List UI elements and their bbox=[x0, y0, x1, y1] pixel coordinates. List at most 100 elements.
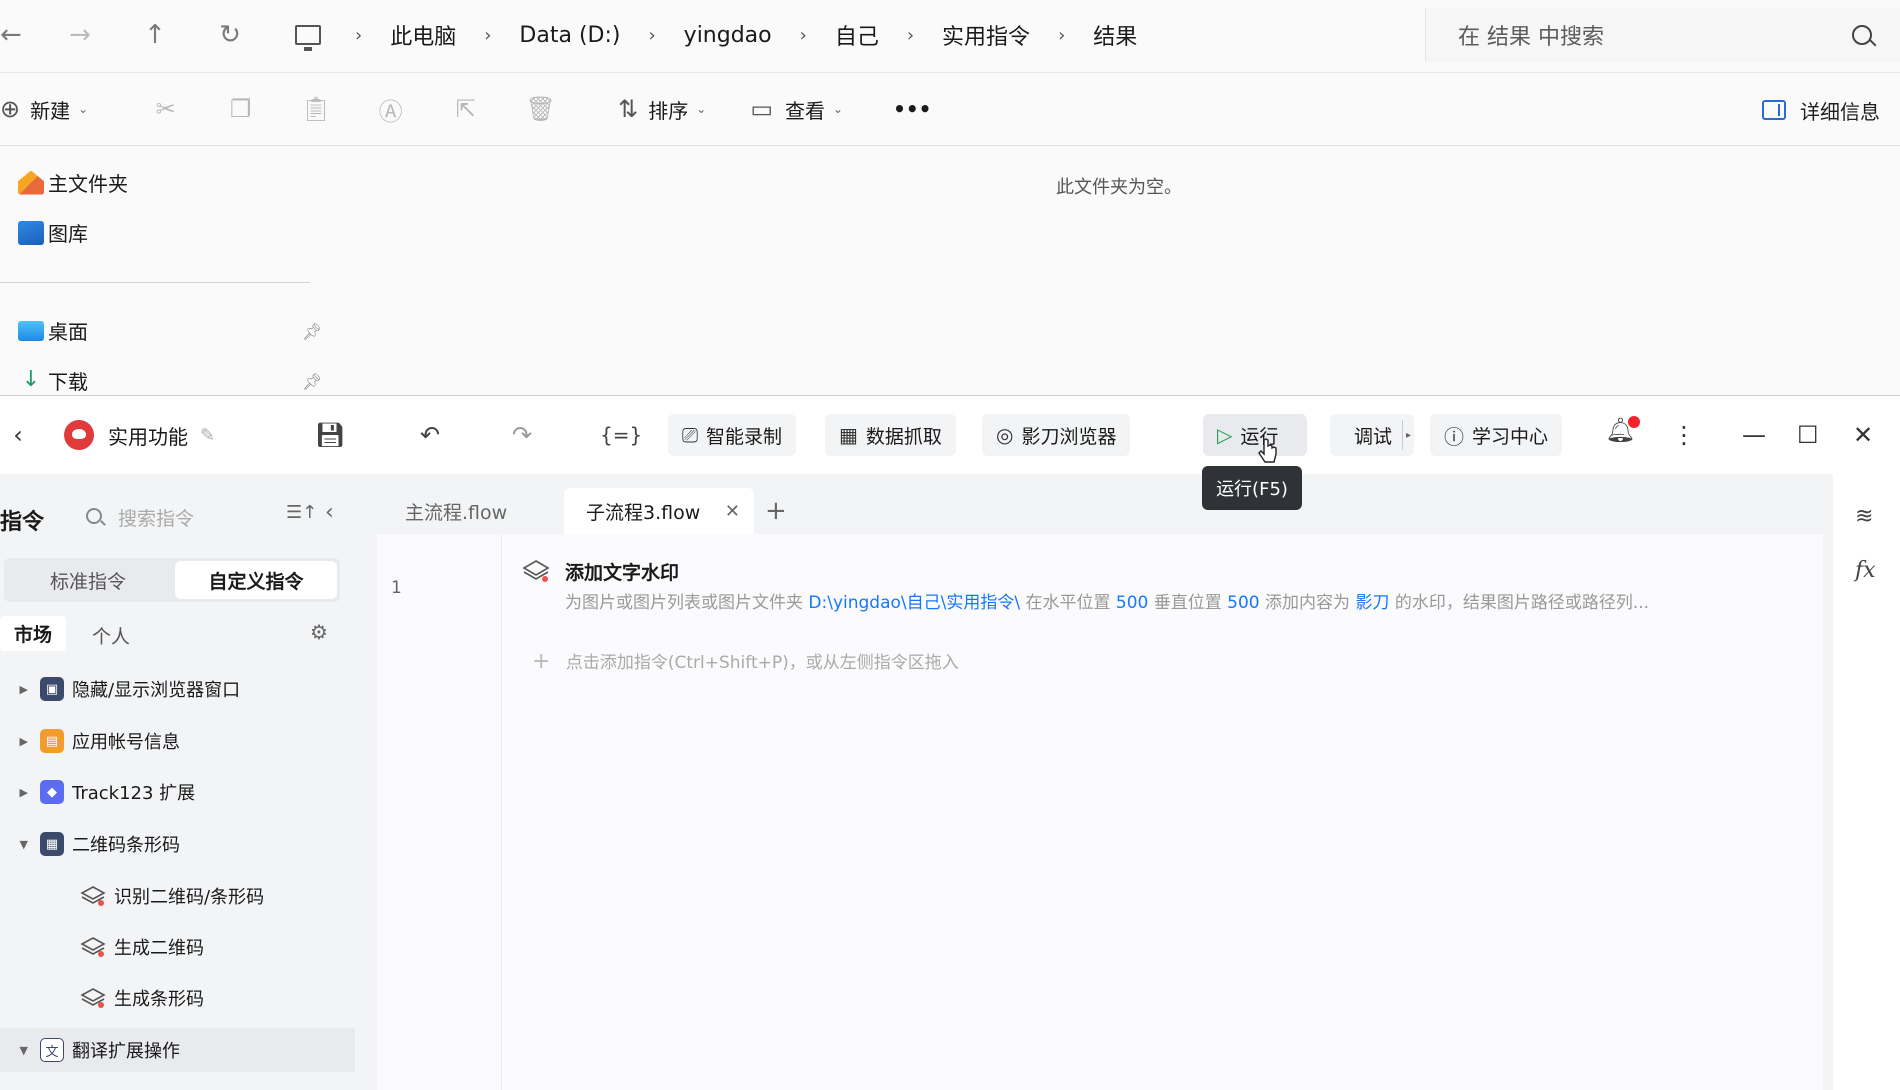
right-rail: ≋ fx bbox=[1833, 474, 1900, 1090]
project-name: 实用功能 bbox=[108, 424, 188, 449]
this-pc-icon[interactable] bbox=[295, 25, 321, 51]
command-search-input[interactable]: 搜索指令 bbox=[118, 504, 194, 531]
copy-icon[interactable]: ❐ bbox=[203, 72, 278, 146]
delete-icon[interactable]: 🗑︎ bbox=[503, 72, 578, 146]
file-explorer-window: ← → ↑ ↻ › 此电脑 › Data (D:) › yingdao › 自己… bbox=[0, 0, 1900, 395]
save-icon[interactable]: 💾︎ bbox=[315, 396, 345, 474]
gear-icon[interactable]: ⚙ bbox=[310, 620, 328, 644]
tab-sub-flow[interactable]: 子流程3.flow ✕ bbox=[564, 488, 754, 534]
notification-badge bbox=[1628, 416, 1640, 428]
tree-item[interactable]: ▶ ▤ 应用帐号信息 bbox=[0, 719, 355, 763]
cut-icon[interactable]: ✂ bbox=[128, 72, 203, 146]
chevron-right-icon[interactable]: ▶ bbox=[0, 735, 40, 748]
more-options-button[interactable]: ••• bbox=[893, 72, 931, 146]
tree-item-expanded[interactable]: ▼ 文 翻译扩展操作 bbox=[0, 1028, 355, 1072]
close-icon[interactable]: ✕ bbox=[725, 501, 740, 522]
paste-icon[interactable]: 📋︎ bbox=[278, 72, 353, 146]
nav-item-home[interactable]: 主文件夹 bbox=[18, 168, 128, 197]
desc-param-path: D:\yingdao\自己\实用指令\ bbox=[808, 593, 1021, 613]
undo-icon[interactable]: ↶ bbox=[420, 396, 440, 474]
tree-leaf-label: 生成二维码 bbox=[114, 938, 204, 959]
new-button[interactable]: ⊕ 新建 ⌄ bbox=[0, 72, 88, 146]
tree-leaf[interactable]: 生成二维码 bbox=[0, 925, 355, 969]
command-type-toggle: 标准指令 自定义指令 bbox=[4, 558, 340, 602]
play-icon: ▷ bbox=[1217, 423, 1233, 447]
chevron-down-icon: ⌄ bbox=[78, 102, 89, 116]
nav-item-label: 图库 bbox=[48, 222, 88, 246]
maximize-icon[interactable]: ☐ bbox=[1797, 396, 1819, 474]
chevron-right-icon[interactable]: › bbox=[893, 25, 928, 46]
flow-canvas[interactable]: 1 添加文字水印 为图片或图片列表或图片文件夹 D:\yingdao\自己\实用… bbox=[377, 534, 1823, 1090]
data-scrape-button[interactable]: ▦ 数据抓取 bbox=[825, 414, 956, 456]
tab-custom-commands[interactable]: 自定义指令 bbox=[175, 561, 337, 599]
search-icon[interactable] bbox=[1852, 25, 1872, 45]
layers-icon[interactable]: ≋ bbox=[1855, 504, 1873, 529]
function-icon[interactable]: fx bbox=[1855, 558, 1876, 583]
back-icon[interactable]: ← bbox=[0, 0, 22, 70]
view-button[interactable]: ▭ 查看 ⌄ bbox=[750, 72, 843, 146]
sort-button[interactable]: ⇅ 排序 ⌄ bbox=[618, 72, 706, 146]
tree-item[interactable]: ▶ ◆ Track123 扩展 bbox=[0, 770, 355, 814]
step-description[interactable]: 为图片或图片列表或图片文件夹 D:\yingdao\自己\实用指令\ 在水平位置… bbox=[565, 588, 1805, 613]
chevron-right-icon[interactable]: ▶ bbox=[0, 683, 40, 696]
share-icon[interactable]: ⇱ bbox=[428, 72, 503, 146]
breadcrumb-item[interactable]: 自己 bbox=[821, 19, 893, 51]
learning-center-button[interactable]: ⓘ 学习中心 bbox=[1430, 414, 1563, 456]
chevron-right-icon[interactable]: › bbox=[634, 25, 669, 46]
chevron-down-icon[interactable]: ▼ bbox=[0, 838, 40, 851]
tree-item-expanded[interactable]: ▼ ▦ 二维码条形码 bbox=[0, 822, 355, 866]
minimize-icon[interactable]: — bbox=[1742, 396, 1766, 474]
add-tab-icon[interactable]: + bbox=[765, 496, 787, 526]
tree-item[interactable]: ▶ ▣ 隐藏/显示浏览器窗口 bbox=[0, 667, 355, 711]
view-icon: ▭ bbox=[750, 95, 774, 123]
search-placeholder: 在 结果 中搜索 bbox=[1458, 25, 1604, 50]
new-label: 新建 bbox=[30, 98, 71, 123]
edit-icon[interactable]: ✎ bbox=[200, 425, 215, 446]
tab-standard-commands[interactable]: 标准指令 bbox=[7, 561, 169, 599]
camera-icon: ⎚ bbox=[682, 423, 698, 447]
rename-icon[interactable]: Ⓐ bbox=[353, 72, 428, 146]
download-icon: ↓ bbox=[21, 366, 41, 392]
run-button[interactable]: ▷ 运行 bbox=[1203, 414, 1307, 456]
smart-record-button[interactable]: ⎚ 智能录制 bbox=[668, 414, 797, 456]
breadcrumb-item[interactable]: 实用指令 bbox=[928, 19, 1044, 51]
nav-item-gallery[interactable]: 图库 bbox=[18, 218, 88, 247]
debug-button[interactable]: 调试 ▸ bbox=[1330, 414, 1414, 456]
up-icon[interactable]: ↑ bbox=[115, 0, 195, 70]
breadcrumb-item[interactable]: 此电脑 bbox=[376, 19, 470, 51]
nav-item-desktop[interactable]: 桌面 bbox=[18, 316, 88, 345]
close-icon[interactable]: ✕ bbox=[1853, 396, 1873, 474]
add-command-hint[interactable]: + 点击添加指令(Ctrl+Shift+P)，或从左侧指令区拖入 bbox=[532, 648, 959, 674]
breadcrumb-item[interactable]: yingdao bbox=[670, 23, 786, 48]
tree-leaf[interactable]: 识别二维码/条形码 bbox=[0, 874, 355, 918]
more-vertical-icon[interactable]: ⋮ bbox=[1672, 396, 1696, 474]
chevron-down-icon[interactable]: ▼ bbox=[0, 1044, 40, 1057]
nav-item-downloads[interactable]: ↓ 下载 bbox=[18, 366, 88, 395]
tree-leaf[interactable]: 生成条形码 bbox=[0, 976, 355, 1020]
back-icon[interactable]: ‹ bbox=[0, 421, 48, 449]
explorer-search-input[interactable]: 在 结果 中搜索 bbox=[1425, 8, 1900, 62]
variables-icon[interactable]: {=} bbox=[600, 396, 642, 474]
chevron-right-icon[interactable]: ▶ bbox=[0, 786, 40, 799]
pin-icon[interactable]: 📌︎ bbox=[302, 372, 322, 391]
tab-main-flow[interactable]: 主流程.flow bbox=[405, 488, 507, 534]
pin-icon[interactable]: 📌︎ bbox=[302, 322, 322, 341]
chevron-right-icon[interactable]: › bbox=[341, 25, 376, 46]
chevron-right-icon[interactable]: › bbox=[1044, 25, 1079, 46]
collapse-sidebar-icon[interactable]: ‹ bbox=[325, 500, 334, 525]
browser-button[interactable]: ◎ 影刀浏览器 bbox=[982, 414, 1131, 456]
forward-icon[interactable]: → bbox=[45, 0, 115, 70]
details-button[interactable]: 详细信息 bbox=[1762, 73, 1880, 147]
plus-circle-icon: ⊕ bbox=[0, 95, 21, 123]
redo-icon[interactable]: ↷ bbox=[512, 396, 532, 474]
breadcrumb-item[interactable]: Data (D:) bbox=[505, 23, 634, 48]
chevron-right-icon[interactable]: › bbox=[470, 25, 505, 46]
chevron-right-icon[interactable]: › bbox=[786, 25, 821, 46]
sort-icon[interactable]: ☰↑ bbox=[286, 502, 317, 523]
tab-market[interactable]: 市场 bbox=[0, 616, 67, 651]
refresh-icon[interactable]: ↻ bbox=[195, 0, 265, 70]
tab-personal[interactable]: 个人 bbox=[92, 622, 130, 649]
debug-dropdown-icon[interactable]: ▸ bbox=[1402, 420, 1414, 450]
breadcrumb-item-current[interactable]: 结果 bbox=[1079, 19, 1151, 51]
step-title[interactable]: 添加文字水印 bbox=[565, 558, 679, 585]
